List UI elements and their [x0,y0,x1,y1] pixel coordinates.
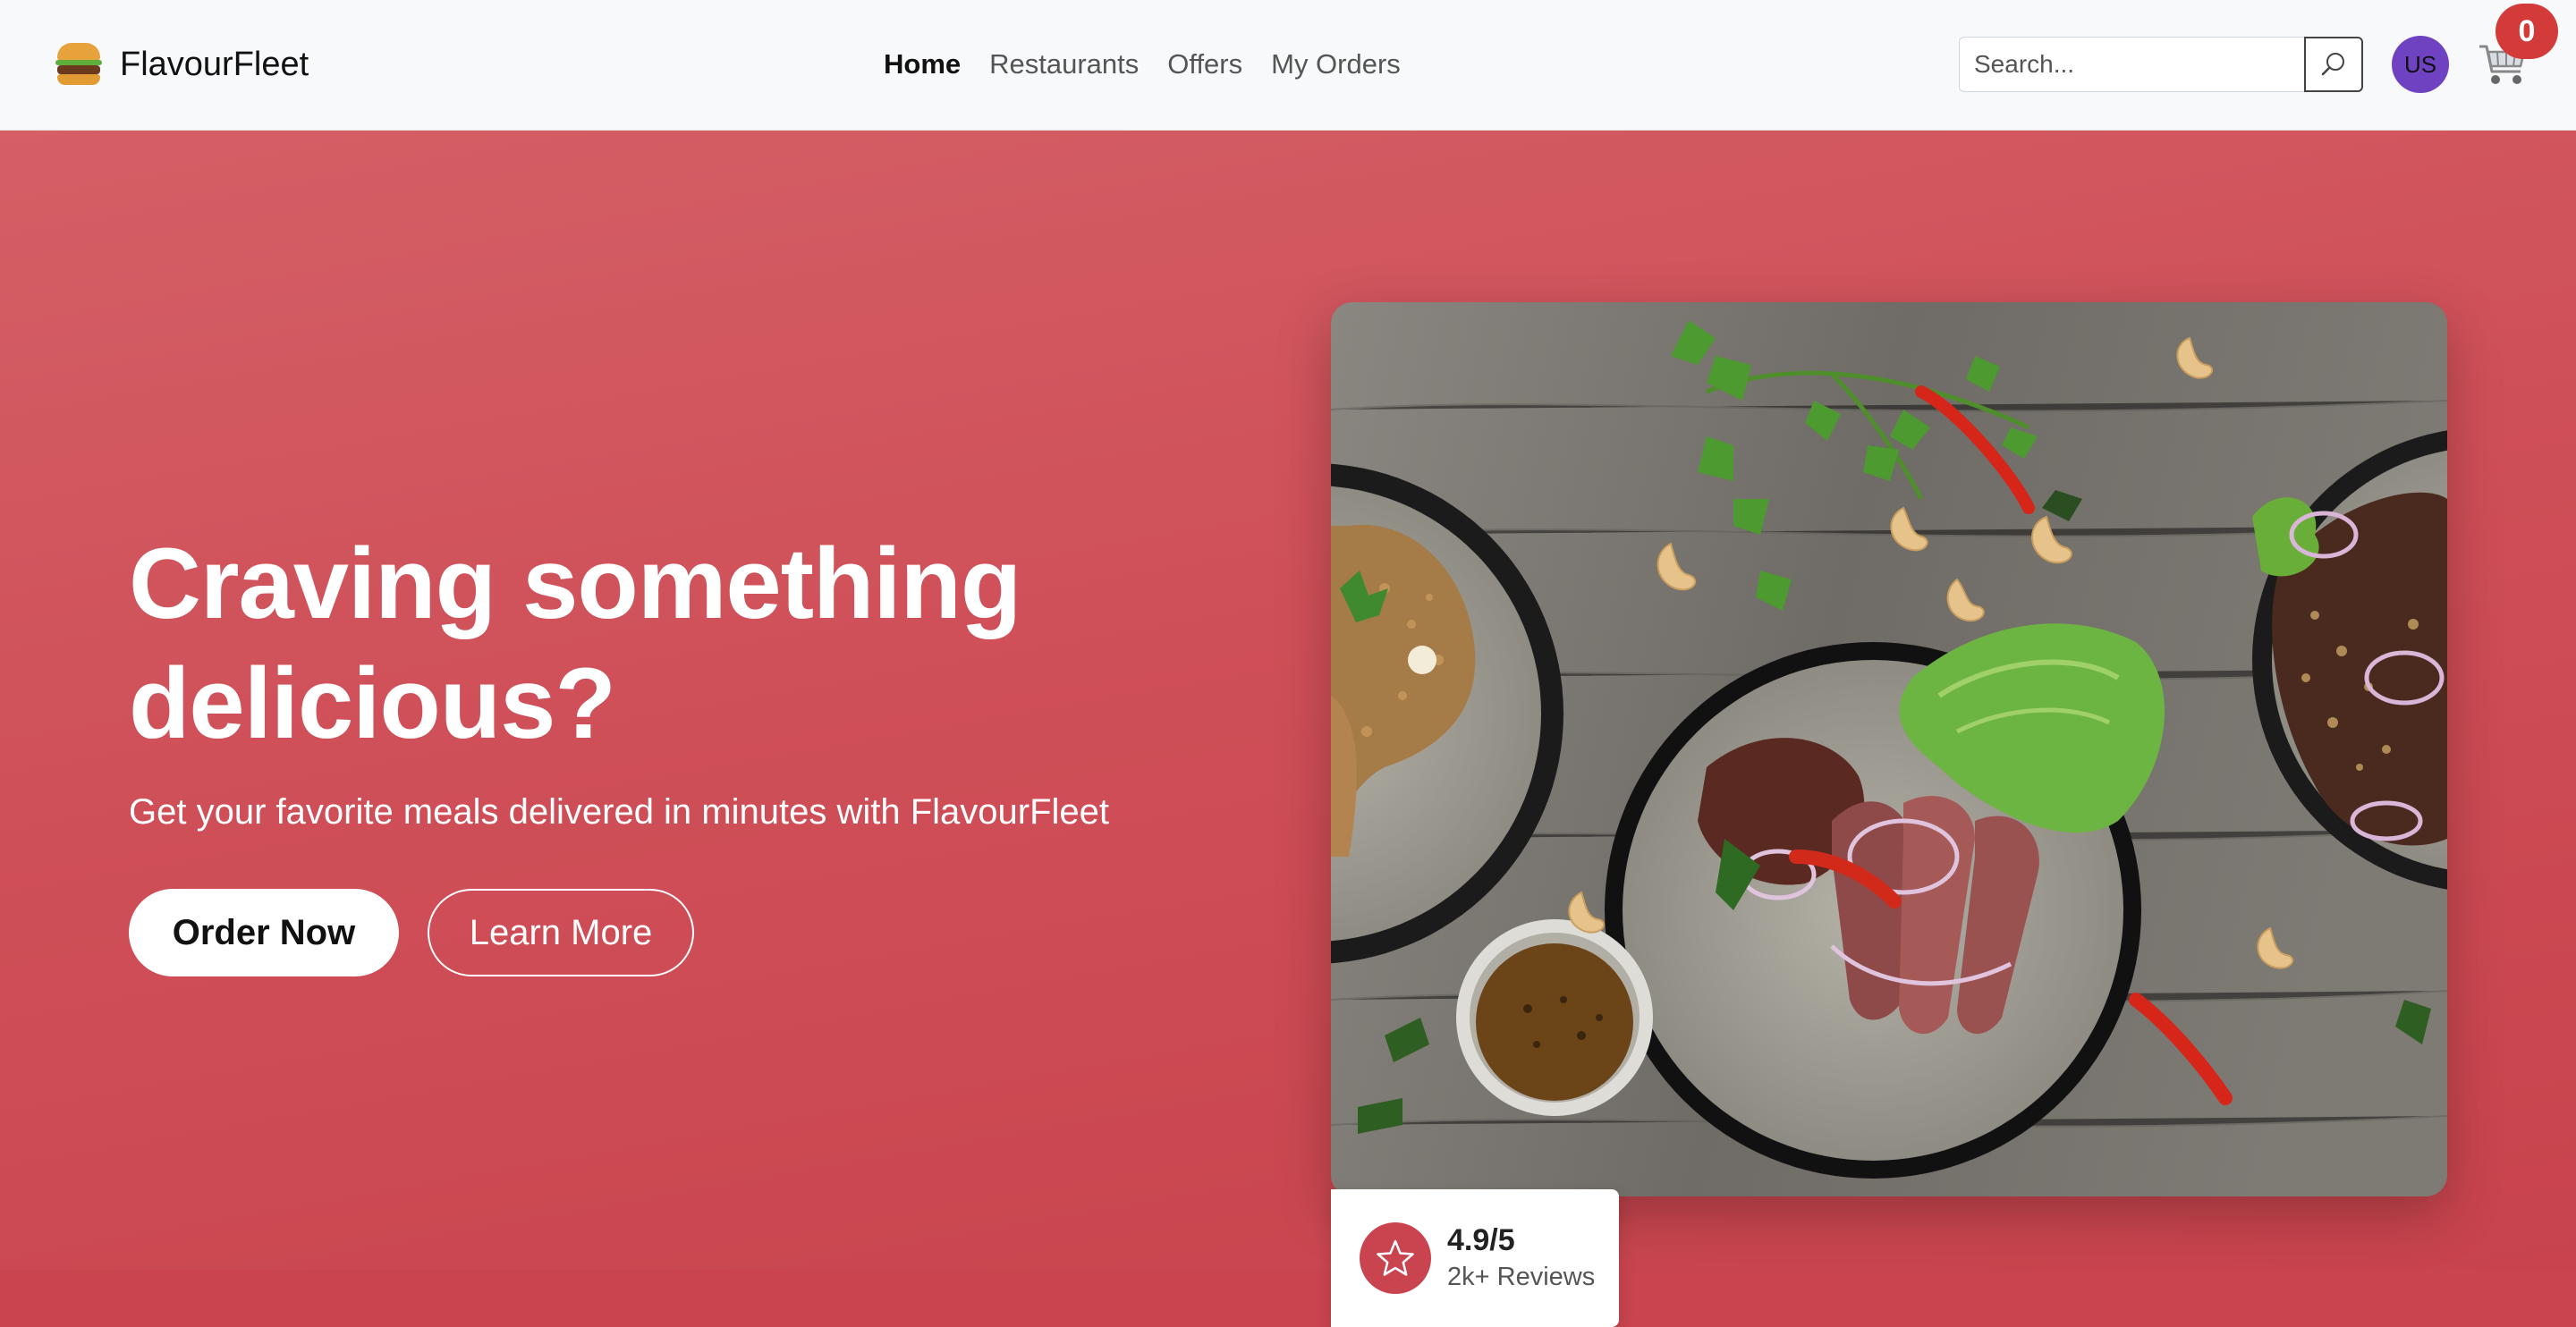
order-now-button[interactable]: Order Now [129,889,399,976]
search-input[interactable] [1959,37,2304,92]
brand-name: FlavourFleet [120,45,309,83]
burger-icon [52,38,106,91]
cart-count-badge: 0 [2496,4,2558,59]
food-image [1331,302,2447,1196]
rating-badge [1360,1222,1431,1294]
rating-card: 4.9/5 2k+ Reviews [1331,1189,1619,1327]
nav-links: Home Restaurants Offers My Orders [884,45,1415,84]
search-form [1959,37,2363,92]
nav-link-restaurants[interactable]: Restaurants [975,45,1153,84]
hero-subtitle: Get your favorite meals delivered in min… [129,792,1110,832]
search-button[interactable] [2304,37,2363,92]
search-icon [2321,53,2344,76]
nav-link-my-orders[interactable]: My Orders [1257,45,1415,84]
learn-more-button[interactable]: Learn More [428,889,694,976]
rating-label: 2k+ Reviews [1447,1263,1596,1291]
nav-link-home[interactable]: Home [884,45,975,84]
hero-title: Craving something delicious? [129,528,1021,759]
rating-value: 4.9/5 [1447,1223,1515,1257]
navbar: FlavourFleet Home Restaurants Offers My … [0,0,2576,131]
user-avatar[interactable]: US [2392,36,2449,93]
nav-link-offers[interactable]: Offers [1153,45,1257,84]
star-icon [1377,1239,1414,1276]
hero-section: Craving something delicious? Get your fa… [0,131,2576,1327]
brand[interactable]: FlavourFleet [52,36,309,93]
